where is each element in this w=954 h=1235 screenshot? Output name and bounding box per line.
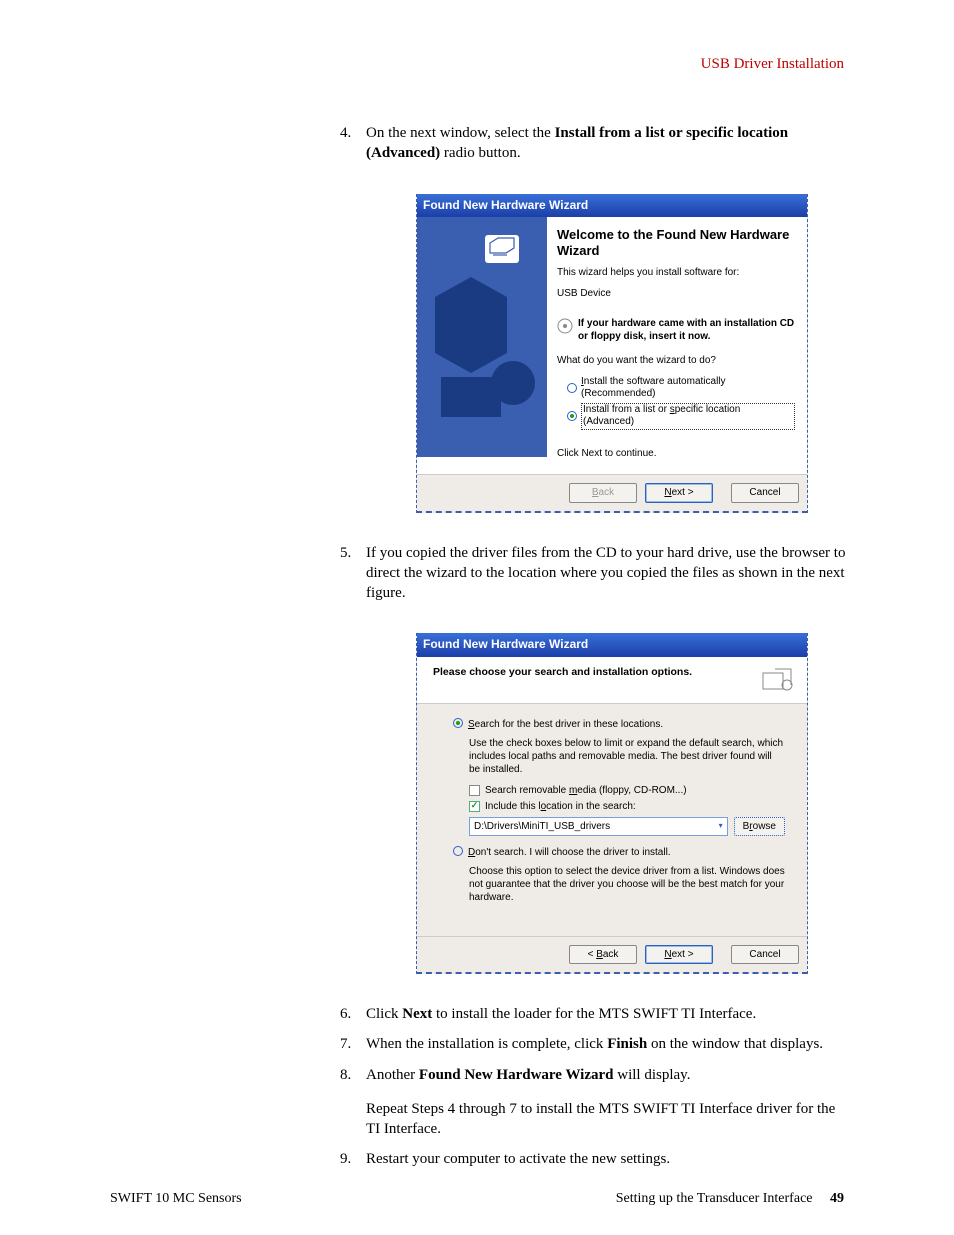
footer-left: SWIFT 10 MC Sensors <box>110 1191 242 1207</box>
wizard1-radio-specific-label: Install from a list or specific location… <box>581 403 795 430</box>
step-6: Click Next to install the loader for the… <box>340 1004 850 1024</box>
step8-a: Another <box>366 1067 419 1083</box>
radio-selected-icon <box>567 411 577 421</box>
step6-a: Click <box>366 1006 402 1022</box>
step-9: Restart your computer to activate the ne… <box>340 1149 850 1169</box>
step-5: If you copied the driver files from the … <box>340 543 850 974</box>
step4-bold-1: Install from a list or specific location <box>555 125 789 141</box>
wizard2-chk-include[interactable]: ✓ Include this location in the search: <box>469 800 785 813</box>
wizard2-radio-dontsearch-label: Don't search. I will choose the driver t… <box>468 846 671 859</box>
wizard1-titlebar: Found New Hardware Wizard <box>417 194 807 217</box>
wizard1-sidebar-graphic <box>417 217 547 457</box>
wizard-screenshot-1: Found New Hardware Wizard <box>416 194 808 513</box>
wizard2-chk-removable[interactable]: Search removable media (floppy, CD-ROM..… <box>469 784 785 797</box>
wizard2-browse-button[interactable]: Browse <box>734 817 785 836</box>
step5-text: If you copied the driver files from the … <box>366 545 845 602</box>
page-number: 49 <box>830 1191 844 1206</box>
step4-text-a: On the next window, select the <box>366 125 555 141</box>
wizard2-dontsearch-desc: Choose this option to select the device … <box>469 865 785 904</box>
footer-right: Setting up the Transducer Interface <box>616 1191 813 1206</box>
page-header: USB Driver Installation <box>110 56 844 73</box>
radio-icon <box>453 846 463 856</box>
step7-a: When the installation is complete, click <box>366 1036 607 1052</box>
step9-text: Restart your computer to activate the ne… <box>366 1151 670 1167</box>
step-8: Another Found New Hardware Wizard will d… <box>340 1065 850 1140</box>
wizard2-back-button[interactable]: < Back <box>569 945 637 965</box>
wizard1-question: What do you want the wizard to do? <box>557 355 795 368</box>
wizard1-radio-auto-label: Install the software automatically (Reco… <box>581 376 795 401</box>
dropdown-icon: ▾ <box>719 821 723 831</box>
step8-b: Found New Hardware Wizard <box>419 1067 614 1083</box>
wizard2-radio-search[interactable]: Search for the best driver in these loca… <box>453 718 785 731</box>
wizard2-chk-include-label: Include this location in the search: <box>485 800 636 813</box>
wizard1-radio-specific[interactable]: Install from a list or specific location… <box>557 403 795 430</box>
step8-c: will display. <box>614 1067 691 1083</box>
cd-icon <box>557 318 573 334</box>
wizard2-path-value: D:\Drivers\MiniTI_USB_drivers <box>474 820 610 833</box>
wizard-screenshot-2: Found New Hardware Wizard Please choose … <box>416 633 808 974</box>
checkbox-unchecked-icon <box>469 785 480 796</box>
wizard2-radio-dontsearch[interactable]: Don't search. I will choose the driver t… <box>453 846 785 859</box>
wizard1-cancel-button[interactable]: Cancel <box>731 483 799 503</box>
step8-repeat: Repeat Steps 4 through 7 to install the … <box>366 1101 835 1137</box>
instruction-list: On the next window, select the Install f… <box>340 123 850 1170</box>
device-icon <box>761 665 797 693</box>
wizard2-heading: Please choose your search and installati… <box>433 665 692 679</box>
wizard2-radio-search-label: Search for the best driver in these loca… <box>468 718 663 731</box>
wizard1-device-name: USB Device <box>557 288 795 301</box>
step-7: When the installation is complete, click… <box>340 1034 850 1054</box>
wizard1-clicknext: Click Next to continue. <box>557 448 795 461</box>
wizard1-helps-text: This wizard helps you install software f… <box>557 267 795 280</box>
wizard1-cd-hint: If your hardware came with an installati… <box>578 318 795 343</box>
wizard2-cancel-button[interactable]: Cancel <box>731 945 799 965</box>
main-content: On the next window, select the Install f… <box>340 123 850 1170</box>
wizard1-back-button[interactable]: Back <box>569 483 637 503</box>
wizard2-next-button[interactable]: Next > <box>645 945 713 965</box>
wizard2-path-combobox[interactable]: D:\Drivers\MiniTI_USB_drivers ▾ <box>469 817 728 836</box>
checkbox-checked-icon: ✓ <box>469 801 480 812</box>
step-4: On the next window, select the Install f… <box>340 123 850 513</box>
wizard1-heading: Welcome to the Found New Hardware Wizard <box>557 227 795 260</box>
step4-text-c: radio button. <box>440 145 520 161</box>
radio-selected-icon <box>453 718 463 728</box>
wizard2-chk-removable-label: Search removable media (floppy, CD-ROM..… <box>485 784 687 797</box>
page-footer: SWIFT 10 MC Sensors Setting up the Trans… <box>110 1191 844 1207</box>
footer-right-wrap: Setting up the Transducer Interface 49 <box>616 1191 844 1207</box>
radio-icon <box>567 383 577 393</box>
step6-b: Next <box>402 1006 432 1022</box>
wizard2-search-desc: Use the check boxes below to limit or ex… <box>469 737 785 776</box>
wizard1-radio-auto[interactable]: Install the software automatically (Reco… <box>557 376 795 401</box>
wizard2-titlebar: Found New Hardware Wizard <box>417 633 807 656</box>
step7-c: on the window that displays. <box>647 1036 823 1052</box>
step6-c: to install the loader for the MTS SWIFT … <box>432 1006 756 1022</box>
step7-b: Finish <box>607 1036 647 1052</box>
step4-bold-2: (Advanced) <box>366 145 440 161</box>
wizard1-next-button[interactable]: Next > <box>645 483 713 503</box>
